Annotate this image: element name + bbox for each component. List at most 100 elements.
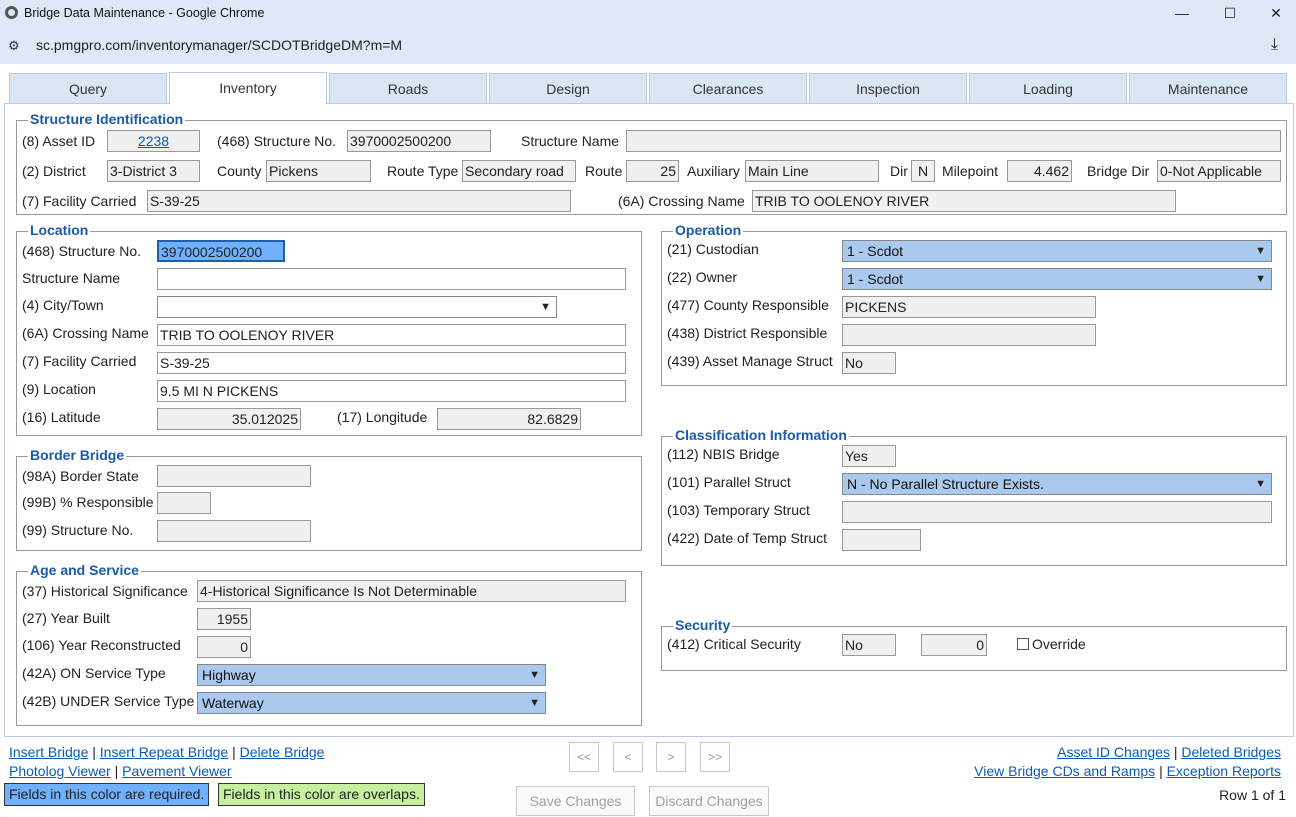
route-type-field: Secondary road [462,160,576,182]
asset-manage-field: No [842,352,896,374]
custodian-select[interactable]: 1 - Scdot ▼ [842,240,1272,262]
asset-id-label: (8) Asset ID [22,133,96,149]
url-text[interactable]: sc.pmgpro.com/inventorymanager/SCDOTBrid… [36,37,402,53]
override-label: Override [1032,636,1086,652]
bridge-dir-field: 0-Not Applicable [1157,160,1281,182]
nbis-label: (112) NBIS Bridge [667,446,780,462]
critical-security-field: No [842,634,896,656]
district-resp-label: (438) District Responsible [667,325,828,341]
location-label: (9) Location [22,381,96,397]
view-bridge-cds-link[interactable]: View Bridge CDs and Ramps [974,763,1155,779]
border-structure-no-field [157,520,311,542]
crossing-name-label: (6A) Crossing Name [618,193,745,209]
operation-legend: Operation [673,222,744,238]
address-bar: ⚙ sc.pmgpro.com/inventorymanager/SCDOTBr… [0,27,1296,64]
auxiliary-field: Main Line [745,160,879,182]
milepoint-label: Milepoint [942,163,999,179]
border-state-label: (98A) Border State [22,468,139,484]
on-service-select[interactable]: Highway ▼ [197,664,546,686]
deleted-bridges-link[interactable]: Deleted Bridges [1181,744,1281,760]
delete-bridge-link[interactable]: Delete Bridge [240,744,325,760]
tab-design[interactable]: Design [489,73,647,103]
facility-carried-label: (7) Facility Carried [22,193,137,209]
previous-record-button[interactable]: < [613,742,643,772]
loc-crossing-name-label: (6A) Crossing Name [22,325,149,341]
loc-structure-no-input[interactable]: 3970002500200 [157,240,285,262]
override-checkbox[interactable] [1017,638,1029,650]
longitude-label: (17) Longitude [337,409,428,425]
download-icon[interactable]: ⤓ [1271,36,1278,54]
separator: | [232,744,236,760]
loc-structure-name-input[interactable] [157,268,626,290]
milepoint-field: 4.462 [1007,160,1072,182]
title-bar: Bridge Data Maintenance - Google Chrome … [0,0,1296,27]
historical-field: 4-Historical Significance Is Not Determi… [197,580,626,602]
year-built-label: (27) Year Built [22,610,110,626]
border-bridge-legend: Border Bridge [28,447,127,463]
critical-security-value: 0 [921,634,987,656]
maximize-button[interactable]: ☐ [1207,0,1253,27]
last-record-button[interactable]: >> [700,742,730,772]
overlaps-color-legend: Fields in this color are overlaps. [218,783,425,806]
county-field: Pickens [266,160,371,182]
tab-maintenance[interactable]: Maintenance [1129,73,1287,103]
latitude-field: 35.012025 [157,408,301,430]
dir-field: N [911,160,935,182]
separator: | [114,763,119,779]
minimize-button[interactable]: — [1159,0,1205,27]
asset-id-changes-link[interactable]: Asset ID Changes [1057,744,1170,760]
under-service-select[interactable]: Waterway ▼ [197,692,546,714]
responsible-field [157,492,211,514]
city-town-select[interactable]: ▼ [157,296,557,318]
tab-inventory[interactable]: Inventory [169,72,327,104]
latitude-label: (16) Latitude [22,409,101,425]
footer-links-left-row1: Insert Bridge | Insert Repeat Bridge | D… [9,744,324,760]
tab-roads[interactable]: Roads [329,73,487,103]
tab-query[interactable]: Query [9,73,167,103]
dir-label: Dir [890,163,908,179]
close-button[interactable]: ✕ [1253,0,1296,27]
county-resp-field: PICKENS [842,296,1096,318]
temp-date-label: (422) Date of Temp Struct [667,530,828,546]
facility-carried-field: S-39-25 [147,190,571,212]
save-changes-button[interactable]: Save Changes [516,786,635,816]
window-title: Bridge Data Maintenance - Google Chrome [24,6,265,20]
custodian-label: (21) Custodian [667,241,759,257]
discard-changes-button[interactable]: Discard Changes [649,786,769,816]
loc-facility-input[interactable]: S-39-25 [157,352,626,374]
tab-inspection[interactable]: Inspection [809,73,967,103]
asset-id-field: 2238 [107,130,200,152]
chevron-down-icon: ▼ [529,669,540,681]
bridge-dir-label: Bridge Dir [1087,163,1150,179]
tab-loading[interactable]: Loading [969,73,1127,103]
separator: | [1159,763,1163,779]
footer-links-left-row2: Photolog Viewer | Pavement Viewer [9,763,232,779]
exception-reports-link[interactable]: Exception Reports [1167,763,1281,779]
separator: | [92,744,96,760]
year-built-field: 1955 [197,608,251,630]
asset-id-link[interactable]: 2238 [138,133,169,149]
site-settings-icon[interactable]: ⚙ [8,38,20,54]
asset-manage-label: (439) Asset Manage Struct [667,353,833,369]
owner-select[interactable]: 1 - Scdot ▼ [842,268,1272,290]
next-record-button[interactable]: > [656,742,686,772]
parallel-select[interactable]: N - No Parallel Structure Exists. ▼ [842,473,1272,495]
county-resp-label: (477) County Responsible [667,297,829,313]
age-service-legend: Age and Service [28,562,141,578]
loc-structure-no-label: (468) Structure No. [22,243,142,259]
photolog-viewer-link[interactable]: Photolog Viewer [9,763,111,779]
insert-bridge-link[interactable]: Insert Bridge [9,744,88,760]
insert-repeat-bridge-link[interactable]: Insert Repeat Bridge [100,744,228,760]
temp-date-field [842,529,921,551]
location-input[interactable]: 9.5 MI N PICKENS [157,380,626,402]
security-legend: Security [673,617,733,633]
responsible-label: (99B) % Responsible [22,494,154,510]
longitude-field: 82.6829 [437,408,581,430]
first-record-button[interactable]: << [569,742,599,772]
loc-crossing-name-input[interactable]: TRIB TO OOLENOY RIVER [157,324,626,346]
district-resp-field [842,324,1096,346]
parallel-label: (101) Parallel Struct [667,474,791,490]
tab-clearances[interactable]: Clearances [649,73,807,103]
structure-identification-legend: Structure Identification [28,111,186,127]
pavement-viewer-link[interactable]: Pavement Viewer [122,763,231,779]
